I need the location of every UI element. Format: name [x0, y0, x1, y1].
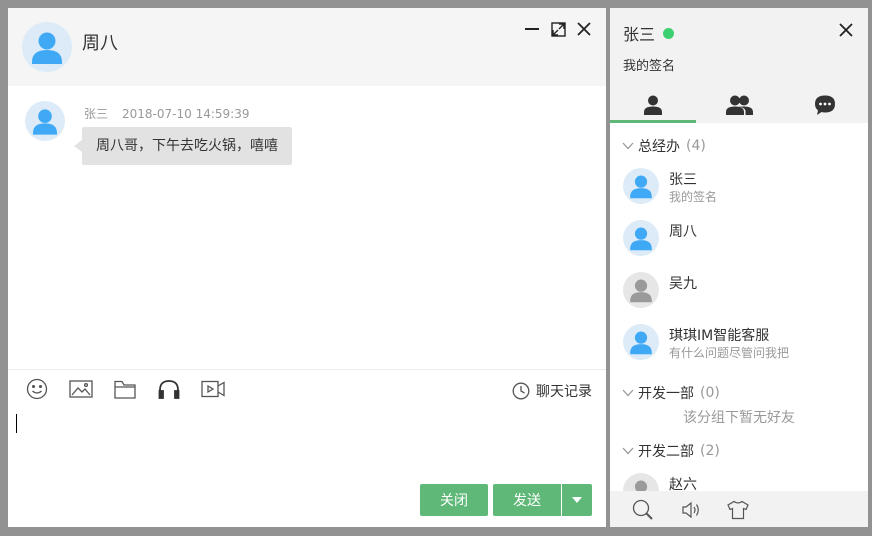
- video-icon[interactable]: [200, 376, 226, 402]
- close-icon[interactable]: [838, 22, 854, 38]
- panel-footer: [610, 491, 868, 527]
- chat-header: 周八: [8, 8, 606, 86]
- tab-history[interactable]: [782, 86, 868, 123]
- friends-panel: 张三 我的签名 总经办 (4) 张三 我的签名 周八 吴九 琪琪IM智能客服 有…: [610, 8, 868, 527]
- online-status-dot: [663, 27, 675, 39]
- friend-signature: 我的签名: [669, 190, 718, 204]
- friend-avatar: [623, 220, 659, 256]
- headphones-icon[interactable]: [156, 376, 182, 402]
- minimize-icon[interactable]: [524, 20, 540, 38]
- message-bubble: 周八哥，下午去吃火锅，嘻嘻: [74, 127, 292, 165]
- chat-toolbar: 聊天记录: [8, 369, 606, 409]
- friend-name: 琪琪IM智能客服: [669, 328, 770, 344]
- friend-list: 总经办 (4) 张三 我的签名 周八 吴九 琪琪IM智能客服 有什么问题尽管问我…: [610, 123, 868, 491]
- message-input[interactable]: [8, 410, 606, 480]
- maximize-icon[interactable]: [550, 20, 566, 38]
- friend-item[interactable]: 赵六: [610, 473, 868, 491]
- group-header-开发一部[interactable]: 开发一部 (0): [622, 383, 720, 403]
- close-chat-button[interactable]: 关闭: [420, 484, 488, 516]
- message-time: 2018-07-10 14:59:39: [122, 107, 250, 121]
- friend-avatar: [623, 168, 659, 204]
- friend-avatar: [623, 324, 659, 360]
- search-icon[interactable]: [632, 499, 654, 521]
- friend-item[interactable]: 吴九: [610, 272, 868, 324]
- group-header-总经办[interactable]: 总经办 (4): [622, 136, 706, 156]
- image-icon[interactable]: [68, 376, 94, 402]
- chevron-down-icon: [622, 447, 634, 455]
- sound-icon[interactable]: [680, 499, 702, 521]
- emoji-icon[interactable]: [24, 376, 50, 402]
- friend-avatar: [623, 473, 659, 491]
- contact-avatar[interactable]: [22, 22, 72, 72]
- groups-tab-icon: [726, 95, 753, 115]
- chat-history-label: 聊天记录: [536, 384, 592, 400]
- friend-name: 赵六: [669, 477, 697, 491]
- group-name: 开发二部: [638, 444, 694, 460]
- send-button[interactable]: 发送: [493, 484, 561, 516]
- friends-tab-icon: [644, 95, 662, 115]
- tab-groups[interactable]: [696, 86, 782, 123]
- friend-signature: 有什么问题尽管问我把: [669, 346, 790, 360]
- chevron-down-icon: [622, 389, 634, 397]
- sender-avatar[interactable]: [25, 101, 65, 141]
- chat-window: 周八 张三 2018-07-10 14:59:39 周八哥，下午去吃火锅，嘻嘻 …: [8, 8, 606, 527]
- friend-name: 周八: [669, 224, 697, 240]
- friend-avatar: [623, 272, 659, 308]
- history-tab-icon: [815, 95, 835, 115]
- user-signature[interactable]: 我的签名: [623, 55, 675, 74]
- current-user-name: 张三: [623, 25, 656, 44]
- chevron-down-icon: [622, 142, 634, 150]
- folder-icon[interactable]: [112, 376, 138, 402]
- send-options-button[interactable]: [562, 484, 592, 516]
- tab-friends[interactable]: [610, 86, 696, 123]
- group-count: (4): [686, 138, 706, 154]
- group-name: 总经办: [638, 139, 680, 155]
- group-name: 开发一部: [638, 386, 694, 402]
- friend-item[interactable]: 周八: [610, 220, 868, 272]
- friend-name: 吴九: [669, 276, 697, 292]
- clock-icon: [512, 382, 530, 400]
- empty-group-note: 该分组下暂无好友: [683, 410, 795, 426]
- friend-name: 张三: [669, 172, 697, 188]
- window-controls: [524, 20, 592, 38]
- chat-title: 周八: [82, 33, 118, 54]
- group-header-开发二部[interactable]: 开发二部 (2): [622, 441, 720, 461]
- friend-item[interactable]: 张三 我的签名: [610, 168, 868, 220]
- skin-icon[interactable]: [727, 499, 749, 521]
- message-sender: 张三: [84, 107, 109, 121]
- chat-history-button[interactable]: 聊天记录: [512, 381, 592, 401]
- panel-header: 张三 我的签名: [610, 8, 868, 123]
- message-meta: 张三 2018-07-10 14:59:39: [84, 105, 249, 122]
- close-icon[interactable]: [576, 20, 592, 38]
- caret-down-icon: [572, 497, 582, 503]
- panel-tabs: [610, 86, 868, 123]
- group-count: (0): [700, 385, 720, 401]
- friend-item[interactable]: 琪琪IM智能客服 有什么问题尽管问我把: [610, 324, 868, 376]
- current-user[interactable]: 张三: [623, 21, 675, 45]
- group-count: (2): [700, 443, 720, 459]
- text-cursor: [16, 414, 17, 433]
